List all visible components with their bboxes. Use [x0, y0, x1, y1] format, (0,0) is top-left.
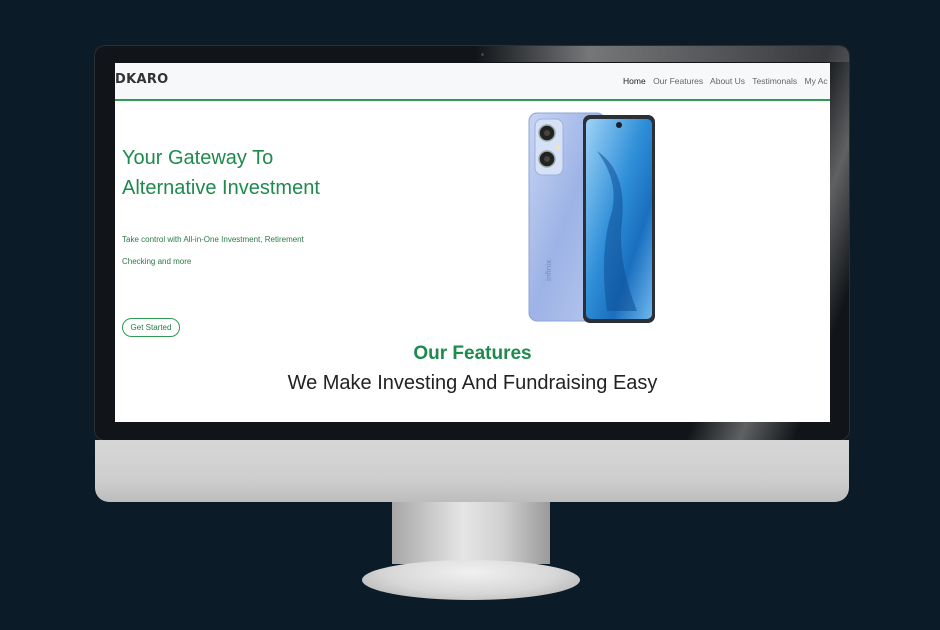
hero-subtitle: Take control with All-in-One Investment,…: [122, 235, 304, 244]
camera-icon: [481, 53, 484, 56]
nav-link-home[interactable]: Home: [623, 76, 646, 86]
features-heading: Our Features: [413, 343, 532, 364]
monitor-stand-base: [362, 560, 580, 600]
monitor-chin: [95, 440, 849, 502]
navbar: DKARO Home Our Features About Us Testimo…: [115, 63, 830, 101]
nav-link-testimonials[interactable]: Testimonals: [752, 76, 797, 86]
nav-link-my-account[interactable]: My Ac: [805, 76, 828, 86]
hero-title: Your Gateway To Alternative Investment: [122, 147, 320, 199]
nav-links: Home Our Features About Us Testimonals M…: [623, 76, 830, 86]
brand-logo[interactable]: DKARO: [115, 72, 169, 87]
nav-link-our-features[interactable]: Our Features: [653, 76, 703, 86]
nav-link-about-us[interactable]: About Us: [710, 76, 745, 86]
get-started-button[interactable]: Get Started: [122, 318, 180, 337]
phone-brand-text: infinix: [545, 260, 553, 281]
monitor-stand-neck: [392, 502, 550, 564]
website-screen: DKARO Home Our Features About Us Testimo…: [115, 63, 830, 422]
features-subheading: We Make Investing And Fundraising Easy: [287, 372, 658, 394]
hero-subtitle-line2: Checking and more: [122, 257, 192, 266]
smartphone-image: infinix: [528, 112, 655, 323]
